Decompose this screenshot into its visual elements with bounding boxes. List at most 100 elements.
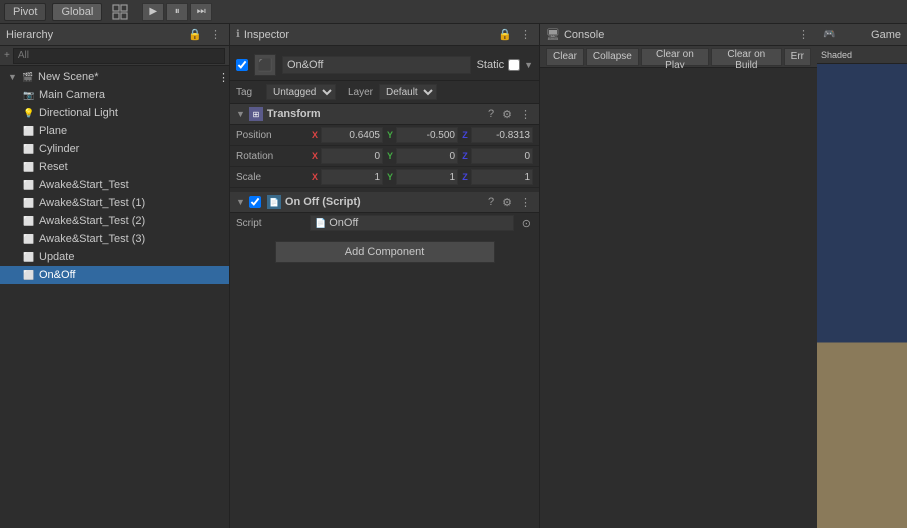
collapse-button[interactable]: Collapse xyxy=(586,48,639,66)
rotation-xyz: X Y Z xyxy=(310,148,533,164)
script-field: 📄 OnOff xyxy=(310,215,514,231)
inspector-lock-icon[interactable]: 🔒 xyxy=(496,28,514,41)
game-icon: 🎮 xyxy=(823,29,835,40)
script-link-icon[interactable]: ⊙ xyxy=(520,217,533,230)
global-tab[interactable]: Global xyxy=(52,3,102,21)
error-button[interactable]: Err xyxy=(784,48,811,66)
hierarchy-item-awake2[interactable]: ⬜ Awake&Start_Test (1) xyxy=(0,194,229,212)
hierarchy-item-awake3[interactable]: ⬜ Awake&Start_Test (2) xyxy=(0,212,229,230)
awake3-icon: ⬜ xyxy=(22,214,36,228)
scene-label: New Scene* xyxy=(38,71,99,83)
rotation-label: Rotation xyxy=(236,151,306,162)
hierarchy-title: Hierarchy xyxy=(6,29,53,41)
hierarchy-item-onoff[interactable]: ⬜ On&Off xyxy=(0,266,229,284)
play-button[interactable]: ▶ xyxy=(142,3,164,21)
item-label: Main Camera xyxy=(39,89,105,101)
obj-name-input[interactable] xyxy=(282,56,471,74)
script-component-header[interactable]: ▼ 📄 On Off (Script) ? ⚙ ⋮ xyxy=(230,192,539,213)
scale-y-input[interactable] xyxy=(396,169,458,185)
hierarchy-lock-icon[interactable]: 🔒 xyxy=(186,28,204,41)
inspector-info-icon: ℹ xyxy=(236,29,240,40)
position-y-input[interactable] xyxy=(396,127,458,143)
script-chevron: ▼ xyxy=(236,197,245,207)
hierarchy-item-plane[interactable]: ⬜ Plane xyxy=(0,122,229,140)
scale-y-field: Y xyxy=(385,169,458,185)
pos-x-label: X xyxy=(310,130,320,140)
console-title: Console xyxy=(564,29,604,41)
clear-on-build-button[interactable]: Clear on Build xyxy=(711,48,782,66)
scene-menu-icon: ⋮ xyxy=(218,71,229,84)
hierarchy-scene-root[interactable]: ▼ 🎬 New Scene* ⋮ xyxy=(0,68,229,86)
hierarchy-item-main-camera[interactable]: 📷 Main Camera xyxy=(0,86,229,104)
transform-settings-icon[interactable]: ⚙ xyxy=(500,108,514,121)
add-component-button[interactable]: Add Component xyxy=(275,241,495,263)
item-label: Awake&Start_Test (3) xyxy=(39,233,145,245)
static-checkbox[interactable] xyxy=(508,59,520,71)
main-content: Hierarchy 🔒 ⋮ + ▼ 🎬 New Scene* ⋮ 📷 Main … xyxy=(0,24,907,528)
onoff-icon: ⬜ xyxy=(22,268,36,282)
right-panels: 🖥 Console ⋮ Clear Collapse Clear on Play… xyxy=(540,24,817,528)
reset-icon: ⬜ xyxy=(22,160,36,174)
step-button[interactable]: ⏭ xyxy=(190,3,212,21)
scale-z-input[interactable] xyxy=(471,169,533,185)
rotation-y-field: Y xyxy=(385,148,458,164)
static-dropdown-arrow: ▼ xyxy=(524,60,533,70)
transform-title: Transform xyxy=(267,108,482,120)
obj-icon-box: ⬛ xyxy=(254,54,276,76)
hierarchy-item-reset[interactable]: ⬜ Reset xyxy=(0,158,229,176)
hierarchy-menu-icon[interactable]: ⋮ xyxy=(208,28,223,41)
hierarchy-item-directional-light[interactable]: 💡 Directional Light xyxy=(0,104,229,122)
hierarchy-item-awake1[interactable]: ⬜ Awake&Start_Test xyxy=(0,176,229,194)
scale-x-input[interactable] xyxy=(321,169,383,185)
hierarchy-search-bar: + xyxy=(0,46,229,66)
static-row: Static ▼ xyxy=(477,59,533,71)
console-icon: 🖥 xyxy=(546,28,560,41)
position-x-input[interactable] xyxy=(321,127,383,143)
inspector-menu-icon[interactable]: ⋮ xyxy=(518,28,533,41)
hierarchy-item-awake4[interactable]: ⬜ Awake&Start_Test (3) xyxy=(0,230,229,248)
top-bar: Pivot Global ▶ ⏸ ⏭ xyxy=(0,0,907,24)
transform-chevron: ▼ xyxy=(236,109,245,119)
console-menu-icon[interactable]: ⋮ xyxy=(796,28,811,41)
transform-component-header[interactable]: ▼ ⊞ Transform ? ⚙ ⋮ xyxy=(230,104,539,125)
inspector-body: ⬛ Static ▼ Tag Untagged Layer Default xyxy=(230,46,539,528)
script-enabled-checkbox[interactable] xyxy=(249,196,261,208)
layer-dropdown[interactable]: Default xyxy=(379,84,437,100)
rotation-y-input[interactable] xyxy=(396,148,458,164)
position-z-input[interactable] xyxy=(471,127,533,143)
script-row: Script 📄 OnOff ⊙ xyxy=(230,213,539,233)
obj-active-checkbox[interactable] xyxy=(236,59,248,71)
script-help-icon[interactable]: ? xyxy=(486,196,496,208)
hierarchy-item-cylinder[interactable]: ⬜ Cylinder xyxy=(0,140,229,158)
search-icon: + xyxy=(4,50,10,61)
static-label: Static xyxy=(477,59,505,71)
rotation-z-input[interactable] xyxy=(471,148,533,164)
item-label: Cylinder xyxy=(39,143,79,155)
game-toolbar: Shaded xyxy=(817,46,907,64)
tag-dropdown[interactable]: Untagged xyxy=(266,84,336,100)
script-menu-icon[interactable]: ⋮ xyxy=(518,196,533,209)
script-settings-icon[interactable]: ⚙ xyxy=(500,196,514,209)
update-icon: ⬜ xyxy=(22,250,36,264)
pivot-tab[interactable]: Pivot xyxy=(4,3,46,21)
plane-icon: ⬜ xyxy=(22,124,36,138)
script-icon: 📄 xyxy=(267,195,281,209)
transform-menu-icon[interactable]: ⋮ xyxy=(518,108,533,121)
game-body xyxy=(817,64,907,528)
scale-x-label: X xyxy=(310,172,320,182)
clear-button[interactable]: Clear xyxy=(546,48,584,66)
hierarchy-item-update[interactable]: ⬜ Update xyxy=(0,248,229,266)
inspector-title: Inspector xyxy=(244,29,289,41)
rotation-x-input[interactable] xyxy=(321,148,383,164)
transform-icons-right: ? ⚙ ⋮ xyxy=(486,108,533,121)
pause-button[interactable]: ⏸ xyxy=(166,3,188,21)
console-toolbar: Clear Collapse Clear on Play Clear on Bu… xyxy=(540,46,817,68)
layer-label: Layer xyxy=(348,87,373,98)
hierarchy-search-input[interactable] xyxy=(13,48,225,64)
item-label: Awake&Start_Test (2) xyxy=(39,215,145,227)
console-header-icons: ⋮ xyxy=(796,28,811,41)
transform-help-icon[interactable]: ? xyxy=(486,108,496,120)
obj-cube-icon: ⬛ xyxy=(258,58,273,72)
clear-on-play-button[interactable]: Clear on Play xyxy=(641,48,709,66)
inspector-header: ℹ Inspector 🔒 ⋮ xyxy=(230,24,539,46)
